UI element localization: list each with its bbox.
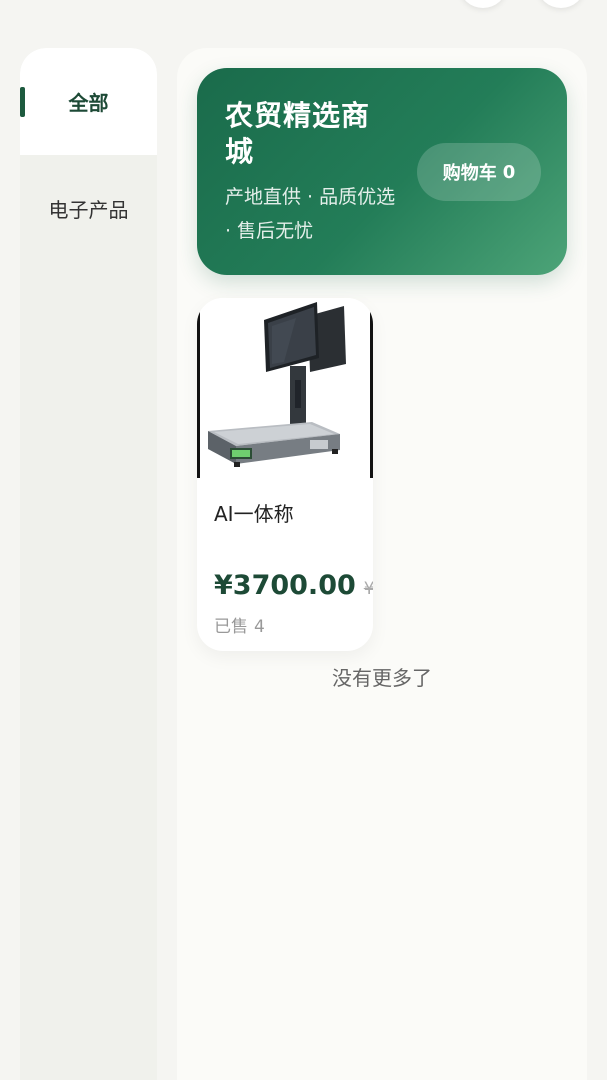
- store-subtitle: 产地直供 · 品质优选 · 售后无忧: [225, 186, 396, 242]
- product-price: ¥3700.00: [214, 570, 356, 601]
- sold-count: 已售 4: [214, 612, 265, 637]
- sidebar-item-electronics[interactable]: 电子产品: [20, 155, 157, 262]
- store-title: 农贸精选商城: [225, 99, 371, 168]
- cart-count: 0: [502, 161, 516, 183]
- product-name: AI一体称: [214, 502, 294, 526]
- store-banner: 农贸精选商城 产地直供 · 品质优选 · 售后无忧 购物车 0: [197, 68, 567, 275]
- sidebar-item-label: 电子产品: [48, 198, 129, 222]
- top-action-button-2[interactable]: [538, 0, 584, 8]
- sidebar-item-all[interactable]: 全部: [20, 48, 157, 155]
- product-card[interactable]: AI一体称 ¥3700.00 ¥4 已售 4: [197, 298, 373, 651]
- cart-label: 购物车: [442, 163, 497, 184]
- sold-number: 4: [254, 617, 265, 637]
- product-panel: 农贸精选商城 产地直供 · 品质优选 · 售后无忧 购物车 0 AI一体称 ¥3…: [177, 48, 587, 1080]
- cart-button[interactable]: 购物车 0: [417, 143, 541, 201]
- no-more-text: 没有更多了: [332, 666, 432, 690]
- price-row: ¥3700.00 ¥4: [214, 570, 373, 601]
- category-sidebar: 全部 电子产品: [20, 48, 157, 1080]
- product-original-price: ¥4: [363, 579, 373, 599]
- price-computing-scale-icon[interactable]: [197, 298, 373, 478]
- sidebar-item-label: 全部: [68, 91, 109, 115]
- top-action-button-1[interactable]: [460, 0, 506, 8]
- sold-label: 已售: [214, 617, 248, 637]
- active-indicator: [20, 87, 25, 117]
